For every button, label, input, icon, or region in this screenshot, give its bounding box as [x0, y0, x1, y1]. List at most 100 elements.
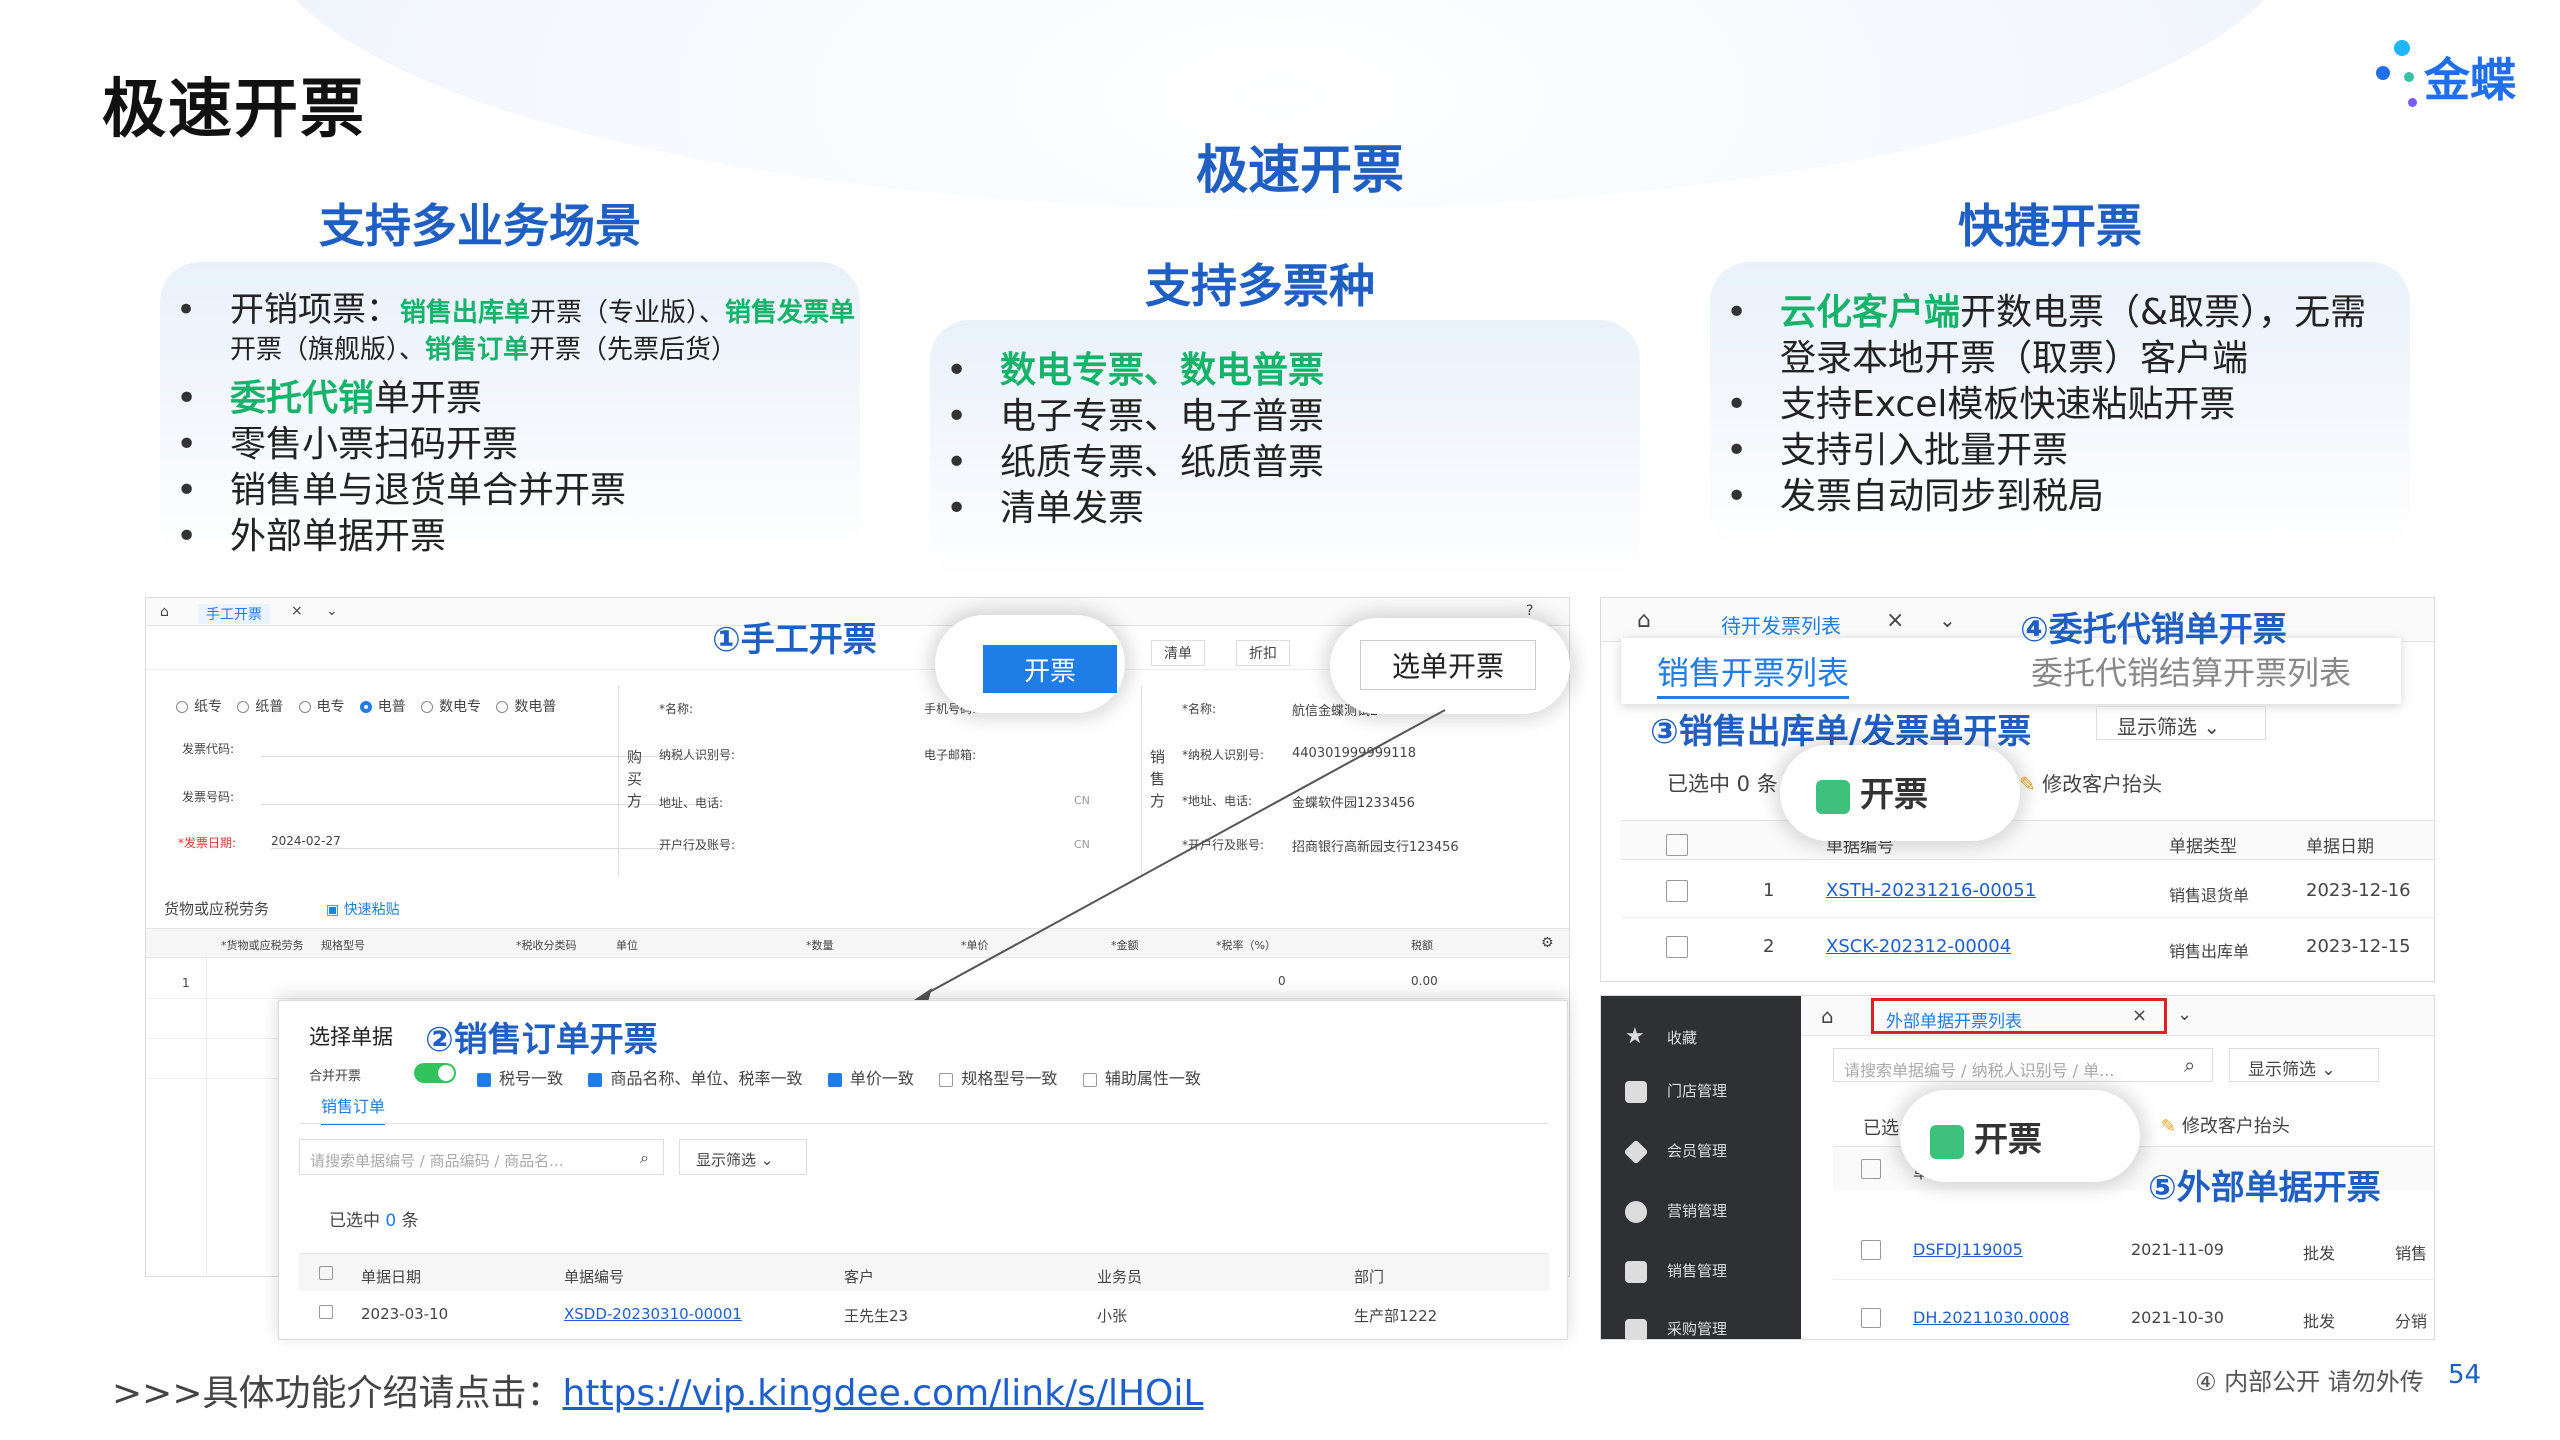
left-item-1: 开销项票：销售出库单开票（专业版）、销售发票单 开票（旗舰版）、销售订单开票（先…: [160, 290, 860, 376]
sidebar-item-sales[interactable]: 销售管理: [1625, 1260, 1727, 1283]
invoice-green-icon: [1930, 1124, 1964, 1159]
center-main-heading: 极速开票: [1195, 141, 1404, 201]
doc-number-link[interactable]: DSFDJ119005: [1913, 1240, 2023, 1259]
tab-bar: ⌂ 待开发票列表 × ⌄: [1601, 598, 2434, 642]
home-icon[interactable]: ⌂: [1821, 1004, 1834, 1028]
goods-title: 货物或应税劳务: [164, 900, 270, 918]
select-all-checkbox[interactable]: [1861, 1159, 1881, 1179]
chevron-down-icon[interactable]: ⌄: [2177, 1004, 2192, 1025]
filter-button[interactable]: 显示筛选 ⌄: [2229, 1048, 2379, 1082]
tab-divider: [299, 1123, 1549, 1124]
tab-manual-invoice[interactable]: 手工开票: [198, 604, 270, 624]
table-row[interactable]: 1 XSTH-20231216-00051 销售退货单 2023-12-16: [1621, 862, 2434, 918]
row-checkbox[interactable]: [1666, 936, 1688, 958]
merge-toggle[interactable]: [414, 1063, 456, 1083]
sidebar-item-favorites[interactable]: ★ 收藏: [1625, 1024, 1697, 1049]
tab-sales-order[interactable]: 销售订单: [321, 1093, 386, 1125]
discount-button[interactable]: 折扣: [1236, 640, 1290, 666]
close-icon[interactable]: ×: [2132, 1005, 2147, 1026]
tab-consignment-list[interactable]: 委托代销结算开票列表: [2031, 648, 2351, 694]
edit-icon: ✎: [2161, 1116, 2177, 1137]
chevron-down-icon[interactable]: ⌄: [1939, 608, 1956, 632]
selected-count: 已选: [1863, 1118, 1899, 1139]
left-card: 开销项票：销售出库单开票（专业版）、销售发票单 开票（旗舰版）、销售订单开票（先…: [160, 262, 860, 562]
row-checkbox[interactable]: [1666, 880, 1688, 902]
left-item-3: 零售小票扫码开票: [160, 422, 860, 468]
invoice-button-bubble: 开票: [1780, 745, 2020, 841]
close-icon[interactable]: ×: [291, 603, 303, 619]
sidebar-item-purchase[interactable]: 采购管理: [1625, 1318, 1727, 1339]
help-icon[interactable]: ?: [1526, 603, 1533, 619]
search-input[interactable]: 请搜索单据编号 / 商品编码 / 商品名... ⌕: [299, 1139, 664, 1175]
list-button[interactable]: 清单: [1151, 640, 1205, 666]
footer-link-line: >>>具体功能介绍请点击：https://vip.kingdee.com/lin…: [112, 1373, 1204, 1414]
table-row[interactable]: 2023-03-10 XSDD-20230310-00001 王先生23 小张 …: [299, 1293, 1549, 1333]
middle-item-3: 纸质专票、纸质普票: [930, 440, 1640, 486]
select-all-checkbox[interactable]: [319, 1266, 333, 1280]
home-icon[interactable]: ⌂: [1637, 608, 1651, 633]
buyer-label: 购买方: [627, 748, 643, 810]
tab-pending-invoices[interactable]: 待开发票列表: [1721, 610, 1841, 639]
edit-icon: ✎: [2019, 772, 2036, 796]
gear-icon[interactable]: ⚙: [1541, 935, 1554, 951]
feature-intro-link[interactable]: https://vip.kingdee.com/link/s/lHOiL: [563, 1373, 1204, 1414]
row-checkbox[interactable]: [1861, 1308, 1881, 1328]
left-heading: 支持多业务场景: [319, 199, 641, 253]
sidebar-item-stores[interactable]: 门店管理: [1625, 1080, 1727, 1103]
select-all-checkbox[interactable]: [1666, 834, 1688, 856]
sidebar-item-members[interactable]: 会员管理: [1623, 1139, 1727, 1164]
search-input[interactable]: 请搜索单据编号 / 纳税人识别号 / 单... ⌕: [1833, 1048, 2213, 1082]
buyer-name-label: *名称:: [659, 702, 694, 716]
modify-header-button[interactable]: ✎ 修改客户抬头: [2019, 768, 2162, 797]
select-invoice-button[interactable]: 选单开票: [1360, 640, 1536, 690]
invoice-button[interactable]: 开票: [1930, 1112, 2042, 1161]
buyer-address-label: 地址、电话:: [659, 796, 724, 810]
kingdee-logo: 金蝶: [2368, 38, 2538, 118]
annotation-consignment: ④委托代销单开票: [2020, 610, 2287, 650]
merge-options: 税号一致 商品名称、单位、税率一致 单价一致 规格型号一致 辅助属性一致: [477, 1065, 1201, 1089]
logo-dot-icon: [2408, 98, 2417, 107]
selected-count: 已选中 0 条: [1667, 772, 1778, 796]
slide: 极速开票 金蝶 极速开票 支持多业务场景 开销项票：销售出库单开票（专业版）、销…: [0, 0, 2560, 1440]
bill-number-link[interactable]: XSCK-202312-00004: [1826, 936, 2011, 957]
footer-notice: ④ 内部公开 请勿外传: [2195, 1368, 2424, 1396]
home-icon[interactable]: ⌂: [160, 604, 169, 620]
order-number-link[interactable]: XSDD-20230310-00001: [564, 1305, 742, 1323]
invoice-type-radios: 纸专 纸普 电专 电普 数电专 数电普: [176, 696, 556, 716]
row-checkbox[interactable]: [1861, 1240, 1881, 1260]
sidebar-item-marketing[interactable]: 营销管理: [1625, 1200, 1727, 1223]
goods-grid: [206, 958, 207, 1276]
table-header: 单据日期 单据编号 客户 业务员 部门: [299, 1253, 1549, 1291]
tab-external-docs[interactable]: 外部单据开票列表 ×: [1871, 998, 2167, 1034]
middle-item-1: 数电专票、数电普票: [930, 348, 1640, 394]
right-card: 云化客户端开数电票（&取票），无需登录本地开票（取票）客户端 支持Excel模板…: [1710, 262, 2410, 552]
search-icon[interactable]: ⌕: [2184, 1053, 2195, 1077]
table-row[interactable]: 2 XSCK-202312-00004 销售出库单 2023-12-15: [1621, 918, 2434, 974]
close-icon[interactable]: ×: [1886, 608, 1904, 633]
row-checkbox[interactable]: [319, 1305, 333, 1319]
table-row[interactable]: DH.20211030.0008 2021-10-30 批发 分销: [1833, 1286, 2434, 1339]
doc-number-link[interactable]: DH.20211030.0008: [1913, 1308, 2069, 1327]
filter-button[interactable]: 显示筛选 ⌄: [2096, 706, 2266, 740]
quick-paste-link[interactable]: ▣ 快速粘贴: [326, 899, 400, 919]
table-row[interactable]: DSFDJ119005 2021-11-09 批发 销售: [1833, 1220, 2434, 1280]
annotation-external: ⑤外部单据开票: [2148, 1168, 2381, 1208]
invoice-button[interactable]: 开票: [1816, 767, 1928, 816]
modify-header-button[interactable]: ✎ 修改客户抬头: [2161, 1112, 2290, 1138]
page-title: 极速开票: [102, 73, 366, 147]
invoice-number-label: 发票号码:: [182, 790, 235, 804]
logo-dot-icon: [2404, 72, 2414, 82]
annotation-sales-order: ②销售订单开票: [425, 1020, 658, 1060]
invoice-button[interactable]: 开票: [983, 645, 1117, 693]
cart-icon: [1625, 1318, 1647, 1339]
invoice-button-bubble: 开票: [1900, 1090, 2140, 1182]
search-icon[interactable]: ⌕: [640, 1148, 649, 1168]
right-item-3: 支持引入批量开票: [1710, 428, 2380, 474]
filter-button[interactable]: 显示筛选 ⌄: [679, 1139, 807, 1175]
page-number: 54: [2448, 1360, 2482, 1390]
chevron-down-icon[interactable]: ⌄: [326, 603, 338, 619]
buyer-bank-label: 开户行及账号:: [659, 838, 736, 852]
bill-number-link[interactable]: XSTH-20231216-00051: [1826, 880, 2036, 901]
tab-bar: ⌂ 外部单据开票列表 × ⌄: [1801, 996, 2434, 1036]
tab-sales-invoice-list[interactable]: 销售开票列表: [1657, 648, 1850, 699]
